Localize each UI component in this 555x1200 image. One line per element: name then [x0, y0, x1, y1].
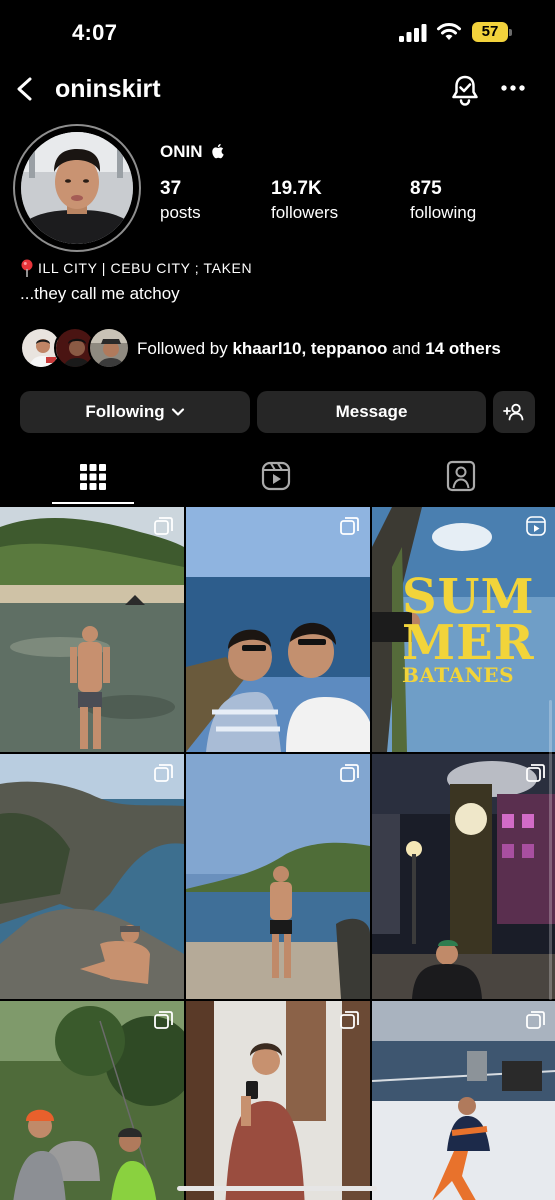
profile-avatar[interactable]: [21, 132, 133, 244]
carousel-icon: [526, 764, 545, 782]
tagged-icon[interactable]: [446, 458, 476, 494]
more-options-icon[interactable]: [500, 84, 526, 92]
grid-post[interactable]: [186, 507, 370, 752]
grid-post[interactable]: [372, 754, 555, 999]
carousel-icon: [154, 764, 173, 782]
posts-label: posts: [160, 203, 201, 222]
profile-display-name: ONIN: [160, 142, 203, 161]
followed-by-others[interactable]: 14 others: [425, 339, 501, 358]
apple-logo-icon: [212, 143, 224, 159]
grid-post[interactable]: [0, 754, 184, 999]
following-button-label: Following: [85, 402, 165, 421]
carousel-icon: [154, 517, 173, 535]
bio-location: ILL CITY | CEBU CITY ; TAKEN: [20, 259, 252, 277]
grid-post[interactable]: SUM MER BATANES: [372, 507, 555, 752]
following-button[interactable]: Following: [20, 391, 250, 433]
following-label: following: [410, 203, 477, 222]
grid-post[interactable]: [372, 1001, 555, 1200]
grid-icon[interactable]: [78, 458, 108, 494]
follower-avatar: [88, 327, 130, 369]
carousel-icon: [340, 1011, 359, 1029]
posts-grid: SUM MER BATANES: [0, 507, 555, 1200]
reels-badge-icon: [526, 516, 546, 536]
suggested-users-button[interactable]: [493, 391, 535, 433]
bio-text: ...they call me atchoy: [20, 284, 180, 303]
grid-post[interactable]: [0, 507, 184, 752]
profile-header: oninskirt: [0, 66, 555, 114]
battery-icon: 57: [472, 22, 514, 42]
message-button[interactable]: Message: [257, 391, 486, 433]
posts-count[interactable]: 37 posts: [160, 178, 201, 223]
followers-value: 19.7K: [271, 178, 322, 199]
following-value: 875: [410, 178, 442, 199]
pin-icon: [21, 259, 33, 277]
chevron-down-icon: [171, 408, 184, 416]
followers-count[interactable]: 19.7K followers: [271, 178, 338, 223]
grid-post[interactable]: [186, 754, 370, 999]
following-count[interactable]: 875 following: [410, 178, 476, 223]
profile-username: oninskirt: [55, 75, 161, 103]
back-arrow-icon[interactable]: [14, 76, 36, 102]
status-bar: 4:07 57: [0, 0, 555, 64]
followed-by-prefix: Followed by: [137, 339, 228, 358]
active-tab-indicator: [52, 502, 134, 504]
followed-by-connector: and: [392, 339, 421, 358]
carousel-icon: [154, 1011, 173, 1029]
carousel-icon: [526, 1011, 545, 1029]
battery-level: 57: [472, 22, 508, 42]
followed-by-names[interactable]: khaarl10, teppanoo: [232, 339, 387, 358]
posts-value: 37: [160, 178, 182, 199]
message-button-label: Message: [335, 402, 408, 421]
home-indicator[interactable]: [177, 1186, 377, 1191]
bio-location-text: ILL CITY | CEBU CITY ; TAKEN: [38, 260, 253, 276]
followed-by-avatars[interactable]: [20, 327, 130, 371]
reel-overlay-line3: BATANES: [402, 663, 515, 687]
grid-post[interactable]: [186, 1001, 370, 1200]
notification-bell-icon[interactable]: [450, 74, 480, 106]
carousel-icon: [340, 517, 359, 535]
wifi-icon: [437, 23, 461, 40]
status-time: 4:07: [72, 20, 118, 45]
followed-by-text[interactable]: Followed by khaarl10, teppanoo and 14 ot…: [137, 339, 501, 359]
reels-icon[interactable]: [261, 458, 291, 494]
scrollbar[interactable]: [549, 700, 552, 1000]
followers-label: followers: [271, 203, 339, 222]
carousel-icon: [340, 764, 359, 782]
cellular-signal-icon: [399, 24, 427, 42]
add-person-icon: [503, 403, 524, 421]
grid-post[interactable]: [0, 1001, 184, 1200]
